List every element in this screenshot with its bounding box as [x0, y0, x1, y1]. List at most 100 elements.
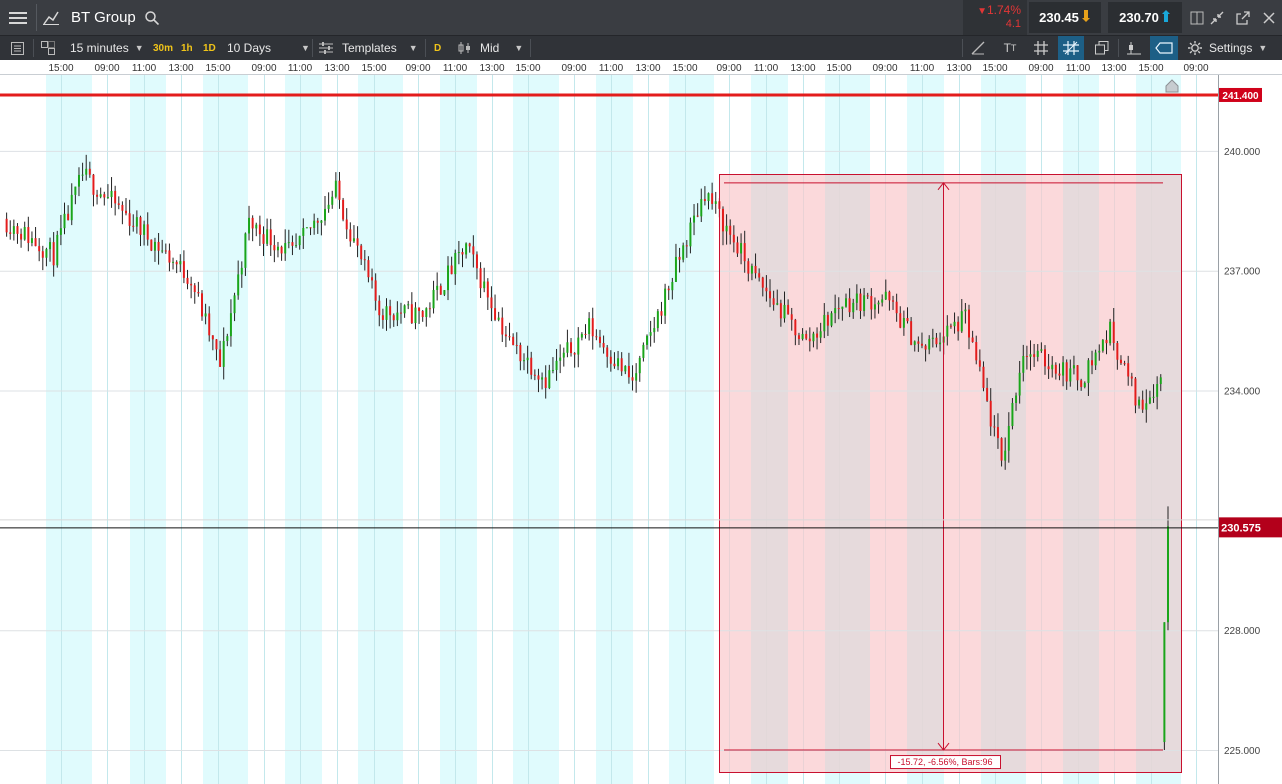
indicator-icon[interactable] [1122, 36, 1146, 60]
candle-up [1156, 384, 1159, 397]
candle-up [740, 243, 743, 254]
candle-down [1134, 378, 1137, 406]
collapse-icon[interactable] [1206, 0, 1228, 35]
quick-interval-1d[interactable]: 1D [203, 36, 216, 60]
candle-down [378, 300, 381, 316]
candle-down [27, 227, 30, 243]
chart-line-icon[interactable] [37, 0, 65, 35]
d-toggle[interactable]: D [434, 36, 441, 60]
price-tick-label: 237.000 [1224, 267, 1261, 278]
candle-down [219, 349, 222, 367]
session-band [669, 75, 714, 784]
candle-up [298, 235, 301, 246]
candle-up [682, 245, 685, 260]
candle-down [41, 251, 44, 258]
crosshair-tool-icon[interactable] [1058, 36, 1084, 60]
candle-down [1112, 321, 1115, 344]
candle-up [580, 333, 583, 338]
candle-up [953, 321, 956, 327]
candle-up [830, 313, 833, 326]
candle-down [986, 387, 989, 401]
candle-down [117, 203, 120, 205]
candle-down [157, 241, 160, 251]
candle-up [855, 293, 858, 303]
templates-select[interactable]: Templates ▼ [342, 36, 418, 60]
quick-interval-30m[interactable]: 30m [153, 36, 173, 60]
instrument-title[interactable]: BT Group [71, 0, 136, 35]
settings-label: Settings [1209, 41, 1253, 55]
candle-up [77, 174, 80, 187]
candle-up [385, 306, 388, 320]
candle-down [428, 308, 431, 310]
quick-interval-1h[interactable]: 1h [181, 36, 193, 60]
candle-down [544, 377, 547, 388]
candle-up [1101, 339, 1104, 351]
tag-tool-icon[interactable] [1150, 36, 1178, 60]
buy-price-button[interactable]: 230.70 [1108, 2, 1182, 33]
candle-down [439, 285, 442, 295]
draw-line-icon[interactable] [966, 36, 990, 60]
candle-up [1018, 372, 1021, 396]
close-icon[interactable] [1258, 0, 1280, 35]
candle-up [266, 229, 269, 244]
candle-down [685, 245, 688, 247]
candle-up [81, 174, 84, 176]
list-icon[interactable] [6, 36, 28, 60]
grid-icon[interactable] [1029, 36, 1053, 60]
change-percent: 1.74% [986, 3, 1021, 17]
session-band [358, 75, 403, 784]
candle-down [121, 204, 124, 211]
candle-up [23, 227, 26, 240]
candle-down [150, 239, 153, 251]
candle-down [1116, 343, 1119, 360]
popout-icon[interactable] [1232, 0, 1254, 35]
candle-up [671, 281, 674, 291]
candle-down [16, 226, 19, 234]
candle-up [63, 213, 66, 229]
candle-down [258, 224, 261, 235]
candle-down [501, 317, 504, 335]
candle-up [656, 311, 659, 329]
measure-session-band [751, 174, 788, 772]
candle-down [490, 297, 493, 309]
candle-down [519, 344, 522, 362]
candle-up [255, 224, 258, 229]
candle-up [222, 341, 225, 367]
time-tick-label: 11:00 [288, 63, 313, 74]
candle-down [537, 375, 540, 380]
candle-down [164, 250, 167, 252]
text-tool-icon[interactable]: TT [998, 36, 1022, 60]
tools-icon[interactable] [1186, 0, 1208, 35]
gear-icon[interactable] [1185, 36, 1205, 60]
candle-down [848, 298, 851, 313]
settings-select[interactable]: Settings ▼ [1209, 36, 1267, 60]
candle-down [1043, 349, 1046, 367]
windows-icon[interactable] [1090, 36, 1114, 60]
candle-up [248, 217, 251, 234]
candle-up [497, 317, 500, 320]
candlestick-icon[interactable] [456, 36, 476, 60]
price-chart[interactable]: -15.72, -6.56%, Bars:96 15:00 09:00 11:00 1… [0, 60, 1282, 784]
candle-down [660, 311, 663, 316]
candle-down [1054, 364, 1057, 374]
search-icon[interactable] [143, 0, 161, 35]
interval-select[interactable]: 15 minutes ▼ [70, 36, 144, 60]
candle-down [356, 238, 359, 246]
candle-down [475, 254, 478, 269]
candle-down [1123, 363, 1126, 365]
candle-down [5, 218, 8, 233]
time-tick-label: 15:00 [826, 63, 851, 74]
candle-down [168, 250, 171, 263]
candle-up [541, 377, 544, 380]
templates-icon[interactable] [316, 36, 336, 60]
sell-price-button[interactable]: 230.45 [1029, 2, 1101, 33]
time-tick-label: 13:00 [479, 63, 504, 74]
price-type-select[interactable]: Mid ▼ [480, 36, 523, 60]
candle-up [852, 302, 855, 313]
candle-down [262, 234, 265, 244]
layout-icon[interactable] [37, 36, 59, 60]
menu-icon[interactable] [0, 0, 36, 35]
candle-down [591, 318, 594, 337]
candle-down [892, 300, 895, 302]
range-select[interactable]: 10 Days ▼ [227, 36, 310, 60]
